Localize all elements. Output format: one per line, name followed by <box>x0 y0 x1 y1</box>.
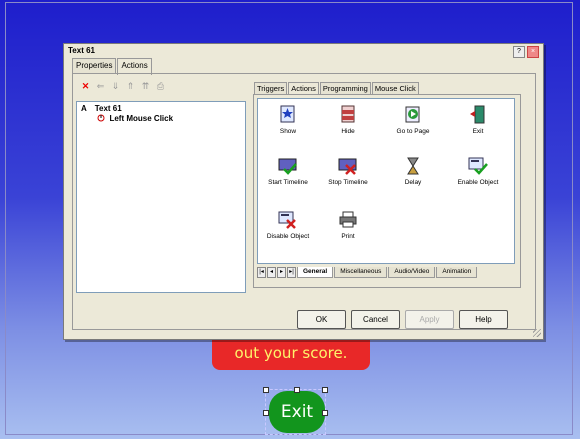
resize-handle[interactable] <box>263 410 269 416</box>
action-stop-timeline[interactable]: Stop Timeline <box>318 156 378 186</box>
apply-button[interactable]: Apply <box>405 310 454 329</box>
action-label: Stop Timeline <box>328 179 368 186</box>
action-delay[interactable]: Delay <box>383 156 443 186</box>
tree-item-child[interactable]: Left Mouse Click <box>81 114 241 124</box>
help-button[interactable]: Help <box>459 310 508 329</box>
arrow-down-icon[interactable]: ⇓ <box>111 82 120 91</box>
action-disable-object[interactable]: Disable Object <box>258 210 318 240</box>
tab-miscellaneous[interactable]: Miscellaneous <box>334 266 388 278</box>
action-hide[interactable]: Hide <box>318 105 378 135</box>
action-show[interactable]: Show <box>258 105 318 135</box>
action-label: Delay <box>404 179 422 186</box>
ok-button[interactable]: OK <box>297 310 346 329</box>
tab-programming[interactable]: Programming <box>319 82 371 94</box>
tab-triggers[interactable]: Triggers <box>254 82 288 94</box>
tab-actions-list[interactable]: Actions <box>288 82 319 94</box>
action-label: Go to Page <box>396 128 430 135</box>
help-icon[interactable]: ? <box>513 46 525 58</box>
tab-animation[interactable]: Animation <box>436 266 478 278</box>
printer-icon[interactable]: ⎙ <box>156 82 165 91</box>
category-tab-strip: |◂ ◂ ▸ ▸| General Miscellaneous Audio/Vi… <box>257 266 515 278</box>
action-exit[interactable]: Exit <box>448 105 508 135</box>
tree-item-root[interactable]: A Text 61 <box>81 104 241 114</box>
show-icon <box>280 105 295 123</box>
arrow-up-icon[interactable]: ⇑ <box>126 82 135 91</box>
disable-object-icon <box>278 211 296 229</box>
action-print[interactable]: Print <box>318 210 378 240</box>
tab-general[interactable]: General <box>297 266 334 278</box>
actions-grid: Show Hide Go to Page Exit Start Timeline… <box>257 98 515 264</box>
tab-mouse-click[interactable]: Mouse Click <box>371 82 419 94</box>
action-dialog: Text 61 ? × Properties Actions ✕ ⇐ ⇓ ⇑ ⇈… <box>63 43 544 340</box>
dialog-title: Text 61 <box>68 46 95 55</box>
tab-properties[interactable]: Properties <box>72 58 117 73</box>
action-label: Start Timeline <box>268 179 308 186</box>
action-start-timeline[interactable]: Start Timeline <box>258 156 318 186</box>
resize-handle[interactable] <box>322 410 328 416</box>
prev-tab-icon[interactable]: ◂ <box>267 266 276 278</box>
action-label: Show <box>279 128 297 135</box>
action-label: Print <box>341 233 355 240</box>
stop-timeline-icon <box>338 158 357 175</box>
action-label: Hide <box>341 128 355 135</box>
hourglass-icon <box>407 157 419 175</box>
go-to-page-icon <box>405 106 420 123</box>
arrow-left-icon[interactable]: ⇐ <box>96 82 105 91</box>
tree-item-label: Left Mouse Click <box>109 114 174 123</box>
exit-door-icon <box>470 105 485 124</box>
score-banner: out your score. <box>212 338 370 370</box>
text-object-marker: A <box>81 104 87 113</box>
action-enable-object[interactable]: Enable Object <box>448 156 508 186</box>
hide-icon <box>341 105 355 123</box>
action-go-to-page[interactable]: Go to Page <box>383 105 443 135</box>
resize-handle[interactable] <box>263 387 269 393</box>
mouse-click-icon <box>97 114 105 122</box>
action-label: Disable Object <box>266 233 310 240</box>
tree-item-label: Text 61 <box>94 104 122 113</box>
printer-icon <box>339 211 357 228</box>
tree-toolbar: ✕ ⇐ ⇓ ⇑ ⇈ ⎙ <box>81 82 165 91</box>
move-top-icon[interactable]: ⇈ <box>141 82 150 91</box>
resize-handle[interactable] <box>322 387 328 393</box>
start-timeline-icon <box>278 158 297 175</box>
first-tab-icon[interactable]: |◂ <box>257 266 266 278</box>
enable-object-icon <box>468 157 488 175</box>
action-label: Exit <box>472 128 484 135</box>
cancel-button[interactable]: Cancel <box>351 310 400 329</box>
close-icon[interactable]: × <box>527 46 539 58</box>
tab-audio-video[interactable]: Audio/Video <box>388 266 436 278</box>
resize-handle[interactable] <box>294 387 300 393</box>
exit-button[interactable]: Exit <box>269 391 325 433</box>
next-tab-icon[interactable]: ▸ <box>277 266 286 278</box>
action-tree[interactable]: A Text 61 Left Mouse Click <box>76 101 246 293</box>
resize-grip[interactable] <box>533 329 541 337</box>
action-label: Enable Object <box>457 179 499 186</box>
delete-icon[interactable]: ✕ <box>81 82 90 91</box>
last-tab-icon[interactable]: ▸| <box>287 266 296 278</box>
